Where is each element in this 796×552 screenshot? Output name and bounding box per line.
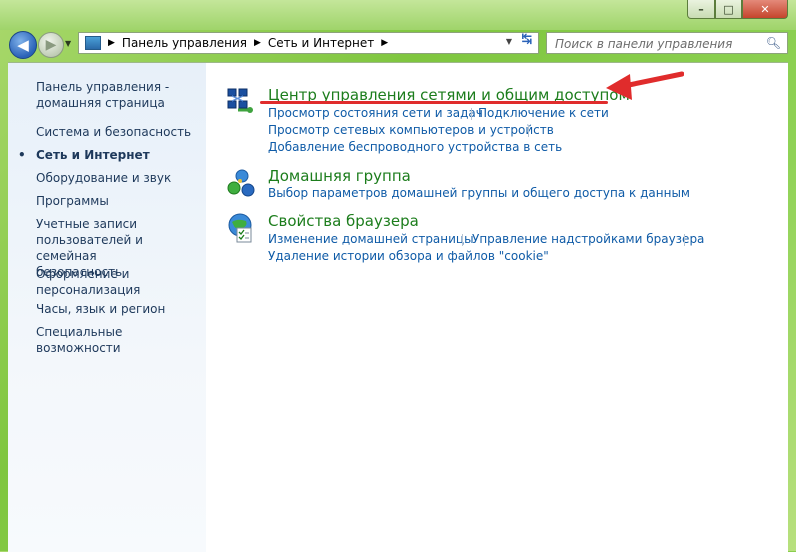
- maximize-button[interactable]: □: [715, 0, 742, 19]
- search-icon[interactable]: 🔍︎: [766, 36, 781, 50]
- link-connect-to-network[interactable]: Подключение к сети: [478, 106, 609, 120]
- arrow-right-icon: ▶: [45, 37, 57, 53]
- close-button[interactable]: ✕: [742, 0, 788, 19]
- link-separator: [471, 108, 472, 120]
- arrow-left-icon: ◀: [17, 36, 29, 54]
- link-delete-browsing-history[interactable]: Удаление истории обзора и файлов "cookie…: [268, 249, 549, 263]
- link-add-wireless-device[interactable]: Добавление беспроводного устройства в се…: [268, 140, 562, 154]
- refresh-icon: ↹: [521, 31, 533, 47]
- back-button[interactable]: ◀: [9, 31, 37, 59]
- link-manage-addons[interactable]: Управление надстройками браузера: [472, 232, 704, 246]
- sidebar-item-network-internet[interactable]: • Сеть и Интернет: [18, 147, 204, 163]
- sidebar-item-system-security[interactable]: Система и безопасность: [36, 124, 204, 140]
- refresh-button[interactable]: ↹: [517, 31, 537, 47]
- network-center-icon[interactable]: [226, 85, 258, 117]
- breadcrumb-control-panel[interactable]: Панель управления: [122, 36, 247, 50]
- link-separator: [528, 125, 529, 137]
- sidebar: Панель управления - домашняя страница Си…: [8, 63, 206, 552]
- control-panel-icon: [85, 36, 101, 50]
- sidebar-item-clock-language[interactable]: Часы, язык и регион: [36, 301, 204, 317]
- address-dropdown[interactable]: ▼: [506, 37, 512, 46]
- recent-pages-dropdown[interactable]: ▼: [65, 39, 71, 48]
- link-view-network-computers[interactable]: Просмотр сетевых компьютеров и устройств: [268, 123, 554, 137]
- client-area: Панель управления - домашняя страница Си…: [8, 62, 788, 552]
- chevron-right-icon[interactable]: ▶: [108, 38, 115, 48]
- search-input[interactable]: [553, 34, 757, 54]
- sidebar-item-home[interactable]: Панель управления - домашняя страница: [36, 79, 204, 111]
- address-bar[interactable]: ▶ Панель управления ▶ Сеть и Интернет ▶ …: [78, 32, 539, 54]
- annotation-arrow-icon: [606, 71, 684, 100]
- chevron-right-icon[interactable]: ▶: [254, 38, 261, 48]
- forward-button[interactable]: ▶: [38, 32, 64, 58]
- sidebar-item-label: Сеть и Интернет: [36, 148, 150, 162]
- category-title-homegroup[interactable]: Домашняя группа: [268, 167, 411, 185]
- sidebar-item-programs[interactable]: Программы: [36, 193, 204, 209]
- link-separator: [684, 234, 685, 246]
- annotation-underline: [260, 101, 608, 104]
- sidebar-item-appearance[interactable]: Оформление и персонализация: [36, 266, 204, 298]
- current-page-bullet: •: [18, 148, 26, 162]
- sidebar-item-hardware-sound[interactable]: Оборудование и звук: [36, 170, 204, 186]
- link-view-network-status[interactable]: Просмотр состояния сети и задач: [268, 106, 483, 120]
- link-homegroup-settings[interactable]: Выбор параметров домашней группы и общег…: [268, 186, 690, 200]
- category-title-browser-properties[interactable]: Свойства браузера: [268, 212, 419, 230]
- minimize-button[interactable]: –: [687, 0, 715, 19]
- chevron-right-icon[interactable]: ▶: [381, 38, 388, 48]
- sidebar-item-accessibility[interactable]: Специальные возможности: [36, 324, 204, 356]
- main-panel: Центр управления сетями и общим доступом…: [206, 63, 788, 552]
- breadcrumb-network-internet[interactable]: Сеть и Интернет: [268, 36, 374, 50]
- search-box[interactable]: 🔍︎: [546, 32, 788, 54]
- window-controls: – □ ✕: [687, 0, 788, 19]
- link-separator: [462, 234, 463, 246]
- link-change-home-page[interactable]: Изменение домашней страницы: [268, 232, 474, 246]
- browser-properties-icon[interactable]: [226, 212, 258, 244]
- navigation-bar: ◀ ▶ ▼ ▶ Панель управления ▶ Сеть и Интер…: [0, 28, 796, 60]
- window-frame: – □ ✕: [0, 0, 796, 30]
- homegroup-icon[interactable]: [226, 167, 258, 199]
